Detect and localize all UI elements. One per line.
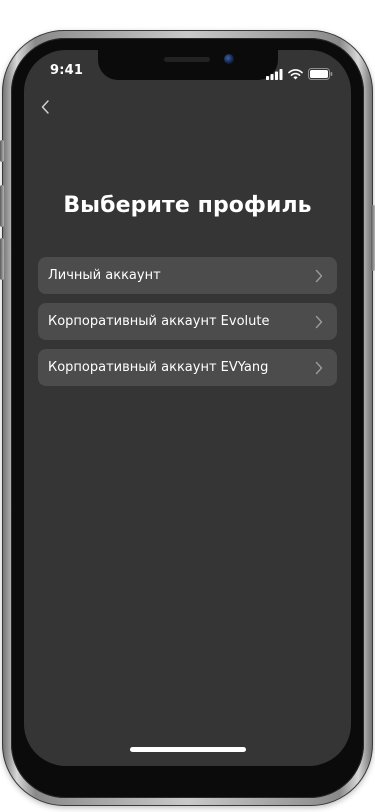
wifi-icon xyxy=(288,65,303,84)
speaker-grille xyxy=(164,57,210,62)
battery-icon xyxy=(308,65,333,84)
side-button-volume-up xyxy=(0,185,4,227)
signal-icon xyxy=(266,65,283,84)
notch xyxy=(98,50,278,80)
device-mockup: 9:41 Выберите профиль Личный аккаунт Кор… xyxy=(0,0,375,812)
profile-item-evyang[interactable]: Корпоративный аккаунт EVYang xyxy=(38,349,337,386)
profile-item-label: Корпоративный аккаунт Evolute xyxy=(48,314,270,329)
side-button-volume-down xyxy=(0,238,4,280)
status-icons xyxy=(266,65,333,84)
side-button-mute xyxy=(0,140,4,162)
status-time: 9:41 xyxy=(50,63,84,78)
home-indicator[interactable] xyxy=(130,747,246,752)
app-screen: 9:41 Выберите профиль Личный аккаунт Кор… xyxy=(24,50,351,766)
profile-list: Личный аккаунт Корпоративный аккаунт Evo… xyxy=(38,257,337,395)
front-camera xyxy=(224,54,234,64)
page-title: Выберите профиль xyxy=(63,193,312,218)
chevron-left-icon xyxy=(40,99,50,119)
chevron-right-icon xyxy=(315,315,325,329)
profile-item-evolute[interactable]: Корпоративный аккаунт Evolute xyxy=(38,303,337,340)
chevron-right-icon xyxy=(315,361,325,375)
chevron-right-icon xyxy=(315,269,325,283)
back-button[interactable] xyxy=(34,98,56,120)
profile-item-personal[interactable]: Личный аккаунт xyxy=(38,257,337,294)
profile-item-label: Корпоративный аккаунт EVYang xyxy=(48,360,269,375)
side-button-power xyxy=(371,205,375,271)
profile-item-label: Личный аккаунт xyxy=(48,268,161,283)
